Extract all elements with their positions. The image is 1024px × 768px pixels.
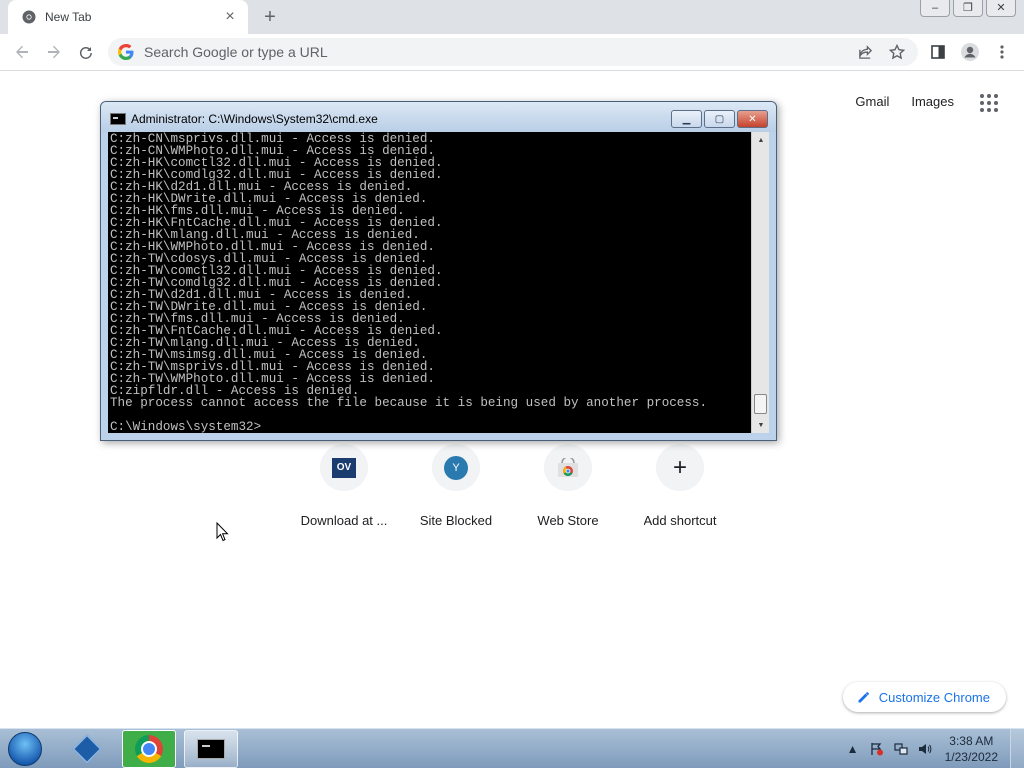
virtualbox-icon [72, 734, 102, 764]
console-line: The process cannot access the file becau… [110, 396, 708, 410]
network-icon[interactable] [892, 740, 910, 758]
profile-avatar-icon [961, 43, 979, 61]
cmd-window[interactable]: Administrator: C:\Windows\System32\cmd.e… [100, 101, 777, 441]
minimize-button[interactable]: – [920, 0, 950, 17]
shortcut-web-store[interactable]: Web Store [512, 444, 624, 528]
shortcut-icon-circle: OV [320, 444, 368, 492]
clock-date: 1/23/2022 [944, 750, 998, 764]
shortcut-site-blocked[interactable]: Y Site Blocked [400, 444, 512, 528]
start-button[interactable] [4, 730, 46, 768]
customize-chrome-label: Customize Chrome [878, 689, 990, 705]
shortcut-download[interactable]: OV Download at ... [288, 444, 400, 528]
tab-new-tab[interactable]: New Tab × [8, 0, 248, 34]
close-window-button[interactable]: ✕ [986, 0, 1016, 17]
cmd-scrollbar[interactable]: ▲ ▼ [751, 132, 769, 433]
cmd-icon [197, 739, 225, 759]
reload-icon [79, 46, 92, 59]
side-panel-button[interactable] [926, 40, 950, 64]
forward-arrow-icon [48, 45, 60, 59]
scroll-up-arrow-icon[interactable]: ▲ [752, 132, 770, 148]
chrome-favicon-icon [22, 10, 36, 24]
back-button[interactable] [10, 40, 34, 64]
plus-icon: + [672, 453, 687, 481]
tab-strip: New Tab × + – ❐ ✕ [0, 0, 1024, 34]
shortcut-label: Web Store [537, 513, 599, 528]
profile-button[interactable] [958, 40, 982, 64]
forward-button[interactable] [42, 40, 66, 64]
system-tray: ▲ 3:38 AM 1/23/2022 [841, 729, 1024, 768]
taskbar-virtualbox[interactable] [60, 730, 114, 768]
taskbar-chrome[interactable] [122, 730, 176, 768]
chrome-icon [135, 735, 163, 763]
pencil-icon [858, 692, 869, 703]
share-icon[interactable] [856, 43, 874, 61]
reload-button[interactable] [74, 40, 98, 64]
show-desktop-button[interactable] [1010, 729, 1024, 768]
windows-taskbar: ▲ 3:38 AM 1/23/2022 [0, 728, 1024, 768]
volume-icon[interactable] [916, 740, 934, 758]
side-panel-icon [931, 45, 945, 59]
taskbar-cmd[interactable] [184, 730, 238, 768]
window-controls: – ❐ ✕ [920, 0, 1016, 18]
cmd-minimize-button[interactable]: ▁ [671, 110, 702, 128]
web-store-icon [558, 457, 578, 477]
shortcut-label: Site Blocked [419, 513, 493, 528]
cmd-window-icon [110, 113, 126, 125]
menu-button[interactable] [990, 40, 1014, 64]
customize-chrome-button[interactable]: Customize Chrome [842, 682, 1006, 712]
scroll-down-arrow-icon[interactable]: ▼ [752, 417, 770, 433]
browser-toolbar [0, 34, 1024, 71]
shortcut-label: Add shortcut [643, 513, 717, 528]
cmd-close-button[interactable]: ✕ [737, 110, 768, 128]
windows-logo-icon [8, 732, 42, 766]
action-center-flag-icon[interactable] [868, 740, 886, 758]
back-arrow-icon [16, 45, 28, 59]
ov-logo-icon: OV [332, 457, 356, 478]
new-tab-button[interactable]: + [258, 5, 282, 29]
taskbar-clock[interactable]: 3:38 AM 1/23/2022 [945, 733, 998, 765]
tab-close-icon[interactable]: × [222, 8, 238, 25]
cmd-console-output[interactable]: C:zh-CN\msprivs.dll.mui - Access is deni… [108, 132, 751, 433]
letter-y-icon: Y [444, 455, 468, 480]
omnibox[interactable] [108, 38, 918, 66]
bookmark-star-icon[interactable] [888, 43, 906, 61]
cmd-title: Administrator: C:\Windows\System32\cmd.e… [131, 112, 378, 126]
shortcut-icon-circle: + [656, 444, 704, 492]
scroll-thumb[interactable] [754, 394, 767, 414]
kebab-menu-icon [1000, 45, 1004, 59]
gmail-link[interactable]: Gmail [855, 94, 889, 109]
images-link[interactable]: Images [911, 94, 954, 109]
ntp-header-links: Gmail Images [855, 94, 954, 109]
shortcut-icon-circle: Y [432, 444, 480, 492]
show-hidden-icons-icon[interactable]: ▲ [844, 740, 862, 758]
tab-title: New Tab [45, 10, 92, 24]
console-line: C:\Windows\system32> [110, 420, 262, 433]
google-apps-icon[interactable] [980, 94, 998, 112]
omnibox-input[interactable] [144, 44, 824, 60]
cmd-maximize-button[interactable]: ▢ [704, 110, 735, 128]
shortcut-label: Download at ... [300, 513, 388, 528]
restore-button[interactable]: ❐ [953, 0, 983, 17]
cmd-window-controls: ▁ ▢ ✕ [671, 110, 768, 128]
mouse-pointer-icon [216, 522, 229, 542]
shortcut-add[interactable]: + Add shortcut [624, 444, 736, 528]
cmd-titlebar[interactable]: Administrator: C:\Windows\System32\cmd.e… [101, 102, 776, 132]
google-g-icon [118, 44, 134, 60]
clock-time: 3:38 AM [949, 734, 994, 748]
shortcut-icon-circle [544, 444, 592, 492]
